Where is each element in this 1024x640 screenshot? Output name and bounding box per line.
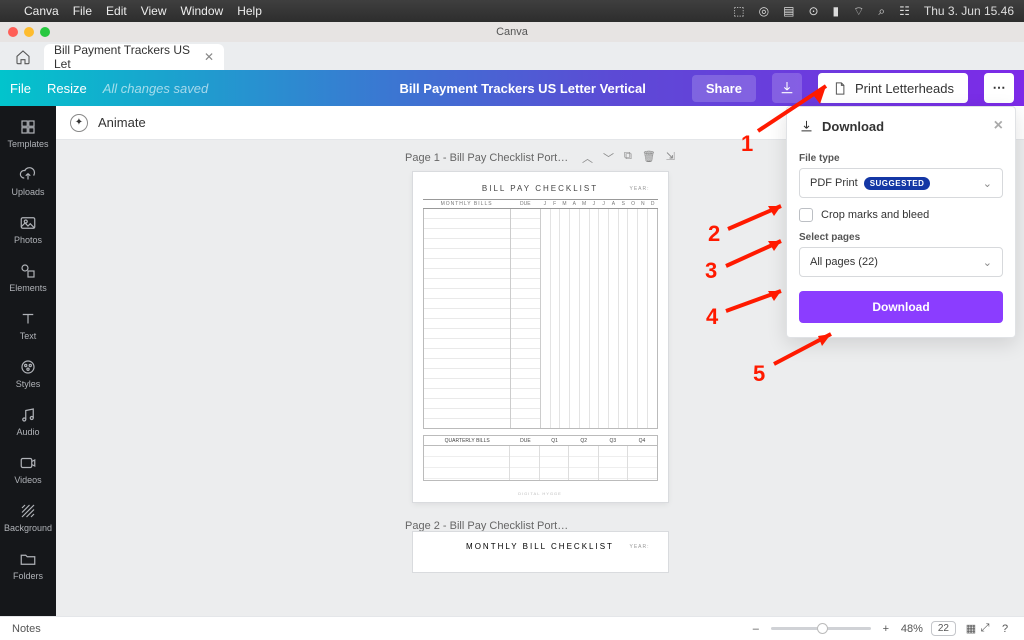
- page-add-icon[interactable]: ⇲: [666, 150, 675, 166]
- bottom-bar: Notes – + 48% 22 ▦ ⤢ ?: [0, 616, 1024, 640]
- page-1-canvas[interactable]: BILL PAY CHECKLIST YEAR: MONTHLY BILLS D…: [413, 172, 668, 502]
- canvas-area: ✦ Animate Page 1 - Bill Pay Checklist Po…: [56, 106, 1024, 616]
- chevron-down-icon: ⌄: [983, 177, 992, 190]
- print-button[interactable]: Print Letterheads: [818, 73, 968, 103]
- sidebar-item-styles[interactable]: Styles: [0, 350, 56, 396]
- page-2-header: Page 2 - Bill Pay Checklist Port…: [405, 520, 675, 532]
- page-expand-icon[interactable]: ﹀: [603, 150, 614, 166]
- page-count-badge[interactable]: 22: [931, 621, 956, 636]
- panel-close-icon[interactable]: ×: [994, 117, 1003, 135]
- tray-cc2-icon[interactable]: ☷: [899, 4, 910, 18]
- tab-label: Bill Payment Trackers US Let: [54, 43, 196, 71]
- download-icon-button[interactable]: [772, 73, 802, 103]
- select-pages-label: Select pages: [799, 232, 1003, 243]
- share-button[interactable]: Share: [692, 75, 756, 102]
- tab-document[interactable]: Bill Payment Trackers US Let ✕: [44, 44, 224, 70]
- sidebar-item-elements[interactable]: Elements: [0, 254, 56, 300]
- mac-menu-help[interactable]: Help: [237, 4, 262, 18]
- tray-battery-icon[interactable]: ▮: [833, 4, 840, 18]
- tray-cc-icon[interactable]: ◎: [759, 4, 769, 18]
- page-duplicate-icon[interactable]: ⧉: [624, 150, 632, 166]
- doc2-year: YEAR:: [629, 544, 649, 550]
- select-pages-dropdown[interactable]: All pages (22) ⌄: [799, 247, 1003, 277]
- panel-title: Download: [822, 119, 884, 134]
- page-collapse-icon[interactable]: ︿: [582, 150, 593, 166]
- zoom-in-icon[interactable]: +: [879, 622, 893, 636]
- document-icon: [832, 81, 847, 96]
- home-button[interactable]: [8, 44, 38, 70]
- header-file[interactable]: File: [10, 81, 31, 96]
- traffic-close[interactable]: [8, 27, 18, 37]
- mac-menu-window[interactable]: Window: [181, 4, 224, 18]
- suggested-badge: SUGGESTED: [864, 177, 931, 190]
- mac-menubar: Canva File Edit View Window Help ⬚ ◎ ▤ ⊙…: [0, 0, 1024, 22]
- grid-view-icon[interactable]: ▦: [964, 622, 978, 636]
- window-titlebar: Canva: [0, 22, 1024, 42]
- animate-button[interactable]: Animate: [98, 115, 146, 130]
- sidebar-item-folders[interactable]: Folders: [0, 542, 56, 588]
- download-panel: Download × File type PDF Print SUGGESTED…: [786, 106, 1016, 338]
- tray-play-icon[interactable]: ⊙: [808, 4, 818, 18]
- traffic-zoom[interactable]: [40, 27, 50, 37]
- file-type-value: PDF Print: [810, 177, 858, 189]
- months-row: JFMAMJJASOND: [540, 201, 658, 207]
- traffic-minimize[interactable]: [24, 27, 34, 37]
- help-icon[interactable]: ?: [998, 622, 1012, 636]
- tray-search-icon[interactable]: ⌕: [878, 4, 885, 19]
- page-delete-icon[interactable]: 🗑: [642, 150, 656, 166]
- zoom-out-icon[interactable]: –: [749, 622, 763, 636]
- page-2-canvas[interactable]: MONTHLY BILL CHECKLIST YEAR:: [413, 532, 668, 572]
- tray-wifi-icon[interactable]: ⌔: [853, 4, 864, 19]
- mac-menu-edit[interactable]: Edit: [106, 4, 127, 18]
- doc-title: BILL PAY CHECKLIST: [423, 184, 658, 193]
- share-label: Share: [706, 81, 742, 96]
- sidebar-item-templates[interactable]: Templates: [0, 110, 56, 156]
- crop-label: Crop marks and bleed: [821, 209, 929, 221]
- effects-icon[interactable]: ✦: [70, 114, 88, 132]
- app-header: File Resize All changes saved Bill Payme…: [0, 70, 1024, 106]
- sidebar-item-videos[interactable]: Videos: [0, 446, 56, 492]
- download-icon: [799, 119, 814, 134]
- download-button[interactable]: Download: [799, 291, 1003, 323]
- doc2-title: MONTHLY BILL CHECKLIST: [423, 542, 658, 551]
- doc-year-label: YEAR:: [629, 186, 649, 192]
- sidebar-item-photos[interactable]: Photos: [0, 206, 56, 252]
- page-1-header: Page 1 - Bill Pay Checklist Port… ︿ ﹀ ⧉ …: [405, 150, 675, 166]
- print-label: Print Letterheads: [855, 81, 954, 96]
- mac-menu-canva[interactable]: Canva: [24, 4, 59, 18]
- file-type-label: File type: [799, 153, 1003, 164]
- header-saved-status: All changes saved: [103, 81, 209, 96]
- tray-dropbox-icon[interactable]: ⬚: [733, 4, 744, 18]
- header-doc-title[interactable]: Bill Payment Trackers US Letter Vertical: [399, 81, 645, 96]
- notes-button[interactable]: Notes: [12, 623, 41, 635]
- file-type-dropdown[interactable]: PDF Print SUGGESTED ⌄: [799, 168, 1003, 198]
- sidebar-item-background[interactable]: Background: [0, 494, 56, 540]
- sidebar-item-uploads[interactable]: Uploads: [0, 158, 56, 204]
- window-title: Canva: [496, 26, 528, 38]
- tray-clock[interactable]: Thu 3. Jun 15.46: [924, 4, 1014, 18]
- zoom-value[interactable]: 48%: [901, 623, 923, 635]
- zoom-slider[interactable]: [771, 627, 871, 630]
- header-resize[interactable]: Resize: [47, 81, 87, 96]
- checkbox-icon: [799, 208, 813, 222]
- sidebar-item-audio[interactable]: Audio: [0, 398, 56, 444]
- page-1-title: Page 1 - Bill Pay Checklist Port…: [405, 152, 568, 164]
- tab-close-icon[interactable]: ✕: [204, 50, 214, 64]
- select-pages-value: All pages (22): [810, 256, 878, 268]
- fullscreen-icon[interactable]: ⤢: [978, 622, 992, 636]
- left-sidebar: Templates Uploads Photos Elements Text S…: [0, 106, 56, 616]
- tray-flag-icon[interactable]: ▤: [783, 4, 794, 18]
- tab-bar: Bill Payment Trackers US Let ✕: [0, 42, 1024, 70]
- chevron-down-icon: ⌄: [983, 256, 992, 269]
- download-button-label: Download: [872, 300, 929, 314]
- crop-marks-checkbox[interactable]: Crop marks and bleed: [799, 208, 1003, 222]
- doc-footer: DIGITAL HYGGE: [518, 491, 562, 496]
- more-button[interactable]: ⋯: [984, 73, 1014, 103]
- sidebar-item-text[interactable]: Text: [0, 302, 56, 348]
- mac-menu-file[interactable]: File: [73, 4, 92, 18]
- mac-menu-view[interactable]: View: [141, 4, 167, 18]
